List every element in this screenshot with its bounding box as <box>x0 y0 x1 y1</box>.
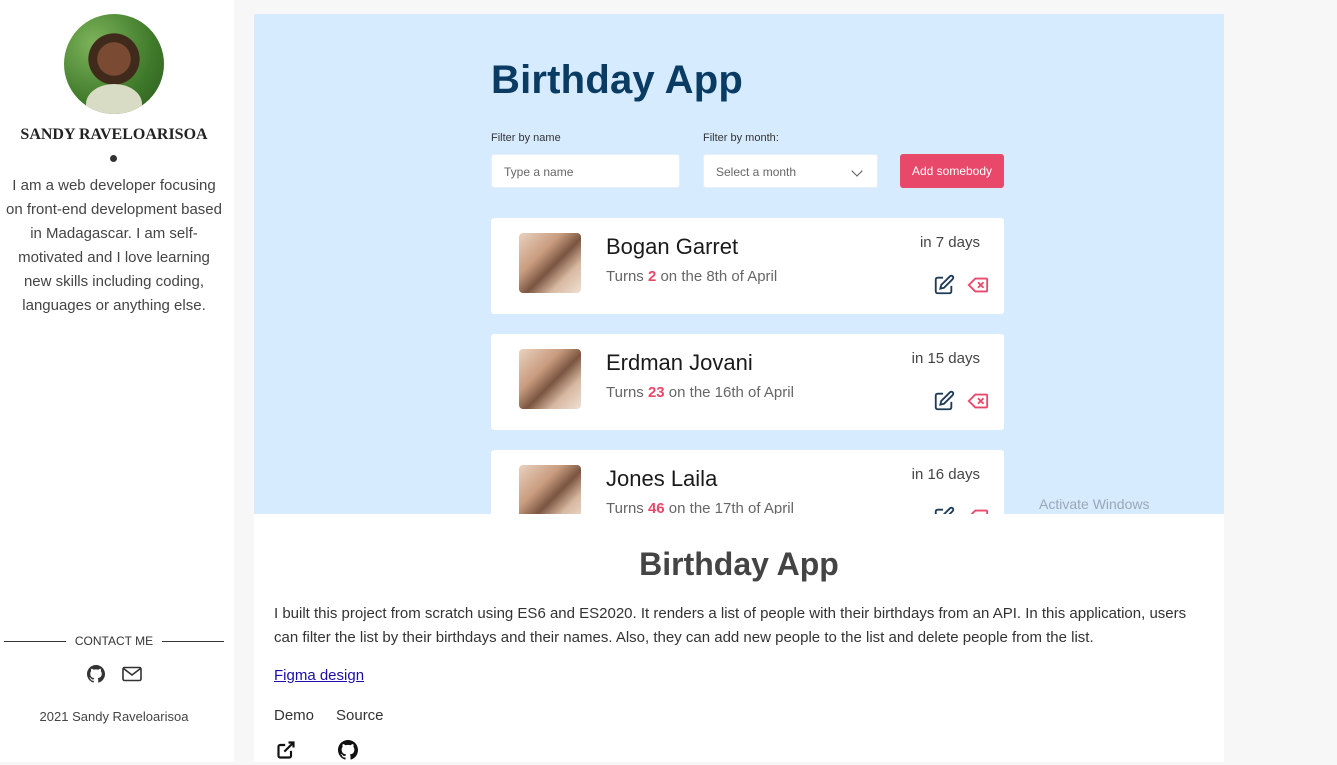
person-name: Jones Laila <box>606 466 718 491</box>
profile-sidebar: SANDY RAVELOARISOA I am a web developer … <box>0 0 234 762</box>
edit-icon <box>933 390 957 414</box>
project-screenshot: Birthday App Filter by name Type a name … <box>254 14 1224 514</box>
demo-label: Demo <box>274 707 315 724</box>
person-days-until: in 15 days <box>911 350 980 367</box>
delete-icon <box>967 506 991 514</box>
filter-name-input: Type a name <box>491 154 680 188</box>
github-icon[interactable] <box>338 740 359 760</box>
person-photo <box>519 233 581 293</box>
filter-month-label: Filter by month: <box>703 132 779 144</box>
person-days-until: in 7 days <box>919 234 980 251</box>
filter-month-select: Select a month <box>703 154 878 188</box>
figma-design-link[interactable]: Figma design <box>274 667 364 684</box>
person-actions <box>933 274 993 298</box>
project-description: I built this project from scratch using … <box>274 605 1187 646</box>
person-photo <box>519 465 581 514</box>
external-link-icon[interactable] <box>276 740 296 760</box>
project-title: Birthday App <box>639 546 839 582</box>
app-title: Birthday App <box>491 58 744 102</box>
person-actions <box>933 506 993 514</box>
person-card: Bogan Garret Turns 2 on the 8th of April… <box>491 218 1004 314</box>
copyright-footer: 2021 Sandy Raveloarisoa <box>39 709 189 724</box>
person-age: 46 <box>647 500 665 514</box>
profile-avatar <box>64 14 164 114</box>
github-icon[interactable] <box>86 665 106 685</box>
person-name: Erdman Jovani <box>606 350 753 375</box>
person-turns: Turns 46 on the 17th of April <box>606 500 794 514</box>
person-photo <box>519 349 581 409</box>
edit-icon <box>933 506 957 514</box>
activate-windows-watermark: Activate Windows <box>1039 496 1150 512</box>
filter-month-value: Select a month <box>716 165 797 179</box>
contact-links <box>86 665 146 685</box>
edit-icon <box>933 274 957 298</box>
delete-icon <box>967 274 991 298</box>
person-turns: Turns 23 on the 16th of April <box>606 384 794 401</box>
profile-name: SANDY RAVELOARISOA <box>20 126 208 143</box>
person-turns: Turns 2 on the 8th of April <box>606 268 778 285</box>
person-actions <box>933 390 993 414</box>
chevron-down-icon <box>851 165 863 177</box>
add-somebody-button: Add somebody <box>900 154 1004 188</box>
person-card: Jones Laila Turns 46 on the 17th of Apri… <box>491 450 1004 514</box>
divider-line-right <box>162 641 224 642</box>
project-card: Birthday App Filter by name Type a name … <box>254 14 1224 762</box>
filter-name-label: Filter by name <box>491 132 561 144</box>
mail-icon[interactable] <box>122 665 142 685</box>
person-age: 23 <box>647 384 665 401</box>
person-card: Erdman Jovani Turns 23 on the 16th of Ap… <box>491 334 1004 430</box>
person-name: Bogan Garret <box>606 234 739 259</box>
person-days-until: in 16 days <box>911 466 980 483</box>
delete-icon <box>967 390 991 414</box>
profile-bio: I am a web developer focusing on front-e… <box>6 177 222 314</box>
contact-heading: CONTACT ME <box>4 633 224 651</box>
source-label: Source <box>336 707 384 724</box>
separator-dot <box>110 155 117 162</box>
